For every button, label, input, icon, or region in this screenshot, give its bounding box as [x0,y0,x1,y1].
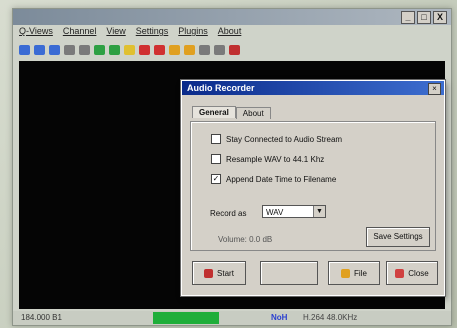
toolbar-button-icon[interactable] [214,45,225,55]
minimize-button[interactable]: _ [401,11,415,24]
record-format-select[interactable]: WAV ▼ [262,205,326,218]
menu-bar: Q-Views Channel View Settings Plugins Ab… [13,26,451,40]
title-bar: _ □ X [13,9,451,25]
toolbar-button-icon[interactable] [184,45,195,55]
menu-settings[interactable]: Settings [136,26,169,40]
window-controls: _ □ X [401,11,447,24]
stop-button[interactable] [260,261,318,285]
option-label: Append Date Time to Filename [226,174,337,184]
toolbar-button-icon[interactable] [124,45,135,55]
audio-recorder-dialog: Audio Recorder × General About Stay Conn… [180,79,446,297]
option-stay-connected[interactable]: Stay Connected to Audio Stream [211,134,342,144]
start-label: Start [217,268,234,278]
option-label: Resample WAV to 44.1 Khz [226,154,325,164]
volume-readout: Volume: 0.0 dB [218,235,273,244]
toolbar-button-icon[interactable] [229,45,240,55]
close-button[interactable]: Close [386,261,438,285]
toolbar-button-icon[interactable] [34,45,45,55]
checkbox-stay-connected[interactable] [211,134,221,144]
menu-about[interactable]: About [218,26,242,40]
record-icon [204,268,214,278]
folder-icon [341,268,351,278]
toolbar [13,42,451,58]
file-button[interactable]: File [328,261,380,285]
menu-plugins[interactable]: Plugins [178,26,208,40]
toolbar-button-icon[interactable] [64,45,75,55]
toolbar-button-icon[interactable] [109,45,120,55]
close-icon [395,268,405,278]
toolbar-button-icon[interactable] [139,45,150,55]
option-resample-wav[interactable]: Resample WAV to 44.1 Khz [211,154,324,164]
dialog-tabs: General About [192,106,271,119]
toolbar-button-icon[interactable] [199,45,210,55]
menu-channel[interactable]: Channel [63,26,97,40]
status-format: H.264 48.0KHz [303,313,358,322]
record-format-value: WAV [266,208,284,217]
toolbar-button-icon[interactable] [169,45,180,55]
toolbar-button-icon[interactable] [49,45,60,55]
dialog-title: Audio Recorder [187,83,255,93]
tab-about[interactable]: About [235,107,271,119]
tab-general[interactable]: General [192,106,236,118]
save-settings-button[interactable]: Save Settings [366,227,430,247]
file-label: File [354,268,367,278]
option-append-datetime[interactable]: ✓ Append Date Time to Filename [211,174,336,184]
record-as-label: Record as [210,209,247,218]
menu-view[interactable]: View [106,26,125,40]
toolbar-button-icon[interactable] [154,45,165,55]
option-label: Stay Connected to Audio Stream [226,134,343,144]
menu-qviews[interactable]: Q-Views [19,26,53,40]
toolbar-button-icon[interactable] [79,45,90,55]
close-label: Close [408,268,429,278]
status-resolution: 184.000 B1 [21,313,62,322]
checkbox-resample-wav[interactable] [211,154,221,164]
status-bar: 184.000 B1 NoH H.264 48.0KHz [13,311,451,325]
status-activity-indicator [153,312,219,324]
dialog-title-bar: Audio Recorder × [182,81,444,95]
close-window-button[interactable]: X [433,11,447,24]
maximize-button[interactable]: □ [417,11,431,24]
dialog-button-row: Start File Close [188,261,438,287]
chevron-down-icon[interactable]: ▼ [313,206,325,217]
toolbar-button-icon[interactable] [94,45,105,55]
checkbox-append-datetime[interactable]: ✓ [211,174,221,184]
start-button[interactable]: Start [192,261,246,285]
dialog-close-icon[interactable]: × [428,83,441,95]
status-flag: NoH [271,313,288,322]
toolbar-button-icon[interactable] [19,45,30,55]
